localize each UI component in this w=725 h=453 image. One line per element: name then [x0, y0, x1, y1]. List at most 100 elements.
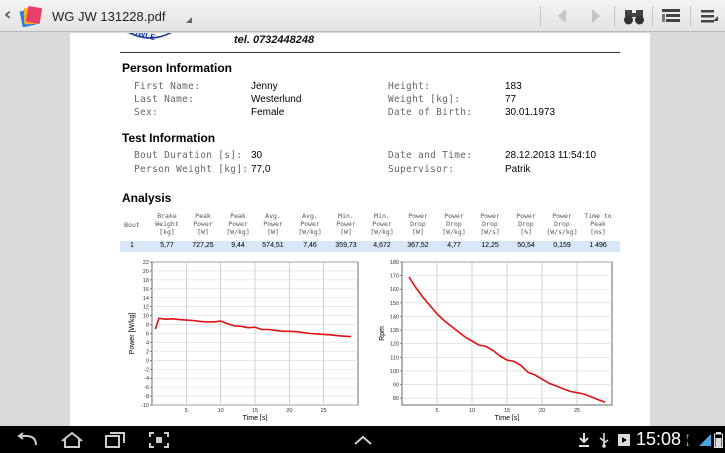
wifi-signal-icon: ↑ ↓: [684, 429, 698, 450]
first-name-value: Jenny: [251, 81, 278, 92]
y-tick-label: -4: [144, 376, 149, 382]
toolbar-divider: [652, 6, 653, 26]
table-cell: 359,73: [335, 242, 357, 249]
last-name-label: Last Name:: [134, 94, 195, 105]
person-weight-value: 77,0: [251, 164, 271, 175]
expand-up-icon[interactable]: [350, 429, 376, 450]
section-person-information: Person Information: [122, 61, 233, 75]
table-cell: 4,672: [373, 242, 391, 249]
analysis-column-header: Power Drop [W/s]: [480, 212, 500, 236]
action-bar: ‹ WG JW 131228.pdf: [0, 0, 725, 32]
y-tick-label: 180: [390, 260, 399, 266]
table-cell: 5,77: [160, 242, 174, 249]
bout-duration-label: Bout Duration [s]:: [134, 150, 243, 161]
usb-icon: [596, 429, 612, 450]
date-of-birth-label: Date of Birth:: [388, 107, 473, 118]
previous-icon[interactable]: [548, 4, 576, 28]
analysis-column-header: Power Drop [%]: [516, 212, 536, 236]
pdf-viewer[interactable]: NOWLE tel. 0732448248 Person Information…: [0, 33, 725, 426]
y-tick-label: 16: [143, 287, 149, 293]
table-cell: 574,51: [262, 242, 284, 249]
y-tick-label: 14: [143, 296, 149, 302]
person-weight-label: Person Weight [kg]:: [134, 164, 249, 175]
x-tick-label: 20: [286, 408, 292, 414]
bout-duration-value: 30: [251, 150, 263, 161]
toolbar-divider: [690, 6, 691, 26]
sex-label: Sex:: [134, 107, 159, 118]
app-icon: [18, 4, 44, 28]
page-view-icon[interactable]: [657, 4, 685, 28]
table-cell: 4,77: [447, 242, 461, 249]
rpm-chart: 80 90 100 110 120 130 140 150 160 170 180 5 10 15 20 25…: [366, 256, 616, 421]
screenshot-capture-icon[interactable]: [146, 429, 172, 450]
y-tick-label: 22: [143, 260, 149, 266]
x-tick-label: 10: [218, 408, 224, 414]
svg-text:↓: ↓: [685, 441, 690, 448]
y-tick-label: 18: [143, 278, 149, 284]
x-axis-label: Time [s]: [495, 415, 520, 421]
table-cell: 1 496: [589, 242, 607, 249]
table-cell: 1: [130, 242, 134, 249]
analysis-column-header: Avg. Power [W/kg]: [298, 212, 322, 236]
y-axis-label: Rpm: [379, 326, 386, 341]
analysis-column-header: Power Drop [W/kg]: [442, 212, 466, 236]
y-tick-label: 20: [143, 269, 149, 275]
battery-icon: [713, 429, 723, 450]
binoculars-search-icon[interactable]: [620, 4, 648, 28]
table-cell: 9,44: [231, 242, 245, 249]
toolbar-divider: [614, 6, 615, 26]
height-value: 183: [505, 81, 522, 92]
y-tick-label: -6: [144, 385, 149, 391]
y-tick-label: 2: [146, 349, 149, 355]
supervisor-label: Supervisor:: [388, 164, 455, 175]
analysis-column-header: Brake Weight [kg]: [155, 212, 179, 236]
table-cell: 727,25: [192, 242, 214, 249]
y-axis-label: Power [W/kg]: [129, 313, 136, 355]
y-tick-label: 10: [143, 314, 149, 320]
x-tick-label: 15: [504, 408, 510, 414]
y-tick-label: -10: [141, 403, 149, 409]
table-cell: 7,46: [303, 242, 317, 249]
x-tick-label: 25: [321, 408, 327, 414]
weight-value: 77: [505, 94, 517, 105]
home-nav-icon[interactable]: [57, 429, 87, 450]
section-test-information: Test Information: [122, 131, 216, 145]
y-tick-label: 90: [393, 383, 399, 389]
y-tick-label: 12: [143, 305, 149, 311]
x-tick-label: 25: [574, 408, 580, 414]
document-title[interactable]: WG JW 131228.pdf: [52, 9, 165, 24]
x-tick-label: 10: [469, 408, 475, 414]
analysis-column-header: Time to Peak [ms]: [584, 212, 612, 236]
sex-value: Female: [251, 107, 285, 118]
table-cell: 50,54: [517, 242, 535, 249]
back-arrow-icon[interactable]: ‹: [4, 6, 18, 26]
y-tick-label: 100: [390, 369, 399, 375]
recent-apps-icon[interactable]: [100, 429, 130, 450]
y-tick-label: 80: [393, 396, 399, 402]
height-label: Height:: [388, 81, 431, 92]
back-nav-icon[interactable]: [12, 429, 42, 450]
analysis-column-header: Power Drop [W/s/kg]: [546, 212, 578, 236]
section-analysis: Analysis: [122, 191, 172, 205]
overflow-menu-icon[interactable]: [695, 4, 723, 28]
table-cell: 367,52: [407, 242, 429, 249]
system-navigation-bar: 15:08 ↑ ↓: [0, 426, 725, 453]
media-play-icon: [616, 429, 632, 450]
power-chart-svg: -10 -8 -6 -4 -2 0 2 4 6 8 10 12 14 16 18 20 22 5 10 15 20 25 T…: [129, 260, 359, 421]
clock: 15:08: [636, 429, 682, 449]
pdf-page: NOWLE tel. 0732448248 Person Information…: [70, 33, 650, 426]
y-tick-label: 110: [390, 355, 399, 361]
svg-text:↑: ↑: [685, 434, 690, 441]
analysis-column-header: Peak Power [W/kg]: [226, 212, 250, 236]
weight-label: Weight [kg]:: [388, 94, 461, 105]
analysis-column-header: Peak Power [W]: [193, 212, 213, 236]
next-icon[interactable]: [582, 4, 610, 28]
y-tick-label: 160: [390, 287, 399, 293]
x-tick-label: 15: [252, 408, 258, 414]
company-logo: NOWLE: [125, 33, 172, 42]
y-tick-label: 140: [390, 314, 399, 320]
y-tick-label: 170: [390, 274, 399, 280]
title-dropdown-icon[interactable]: [186, 17, 192, 23]
download-icon: [576, 429, 592, 450]
y-tick-label: -2: [144, 367, 149, 373]
